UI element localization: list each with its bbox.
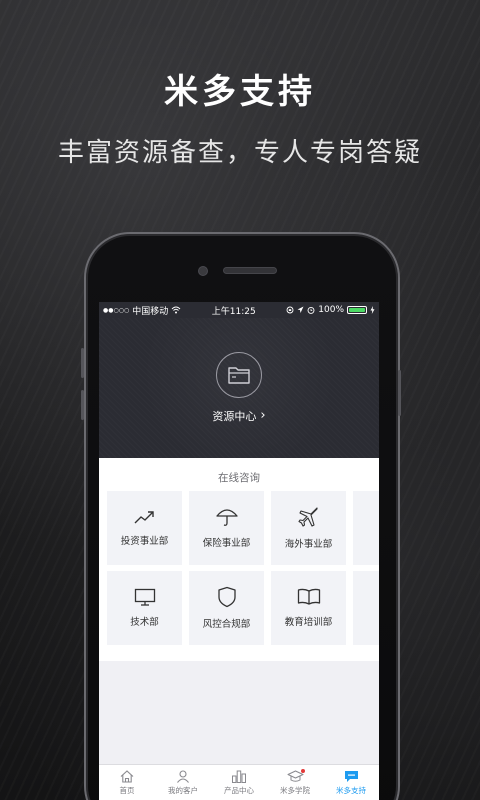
tile-label: 保险事业部 (202, 538, 251, 549)
tile-label: 投资事业部 (120, 536, 169, 547)
notification-dot (301, 769, 305, 773)
tab-label: 我的客户 (168, 785, 198, 795)
chevron-right-icon: › (260, 408, 266, 423)
resource-center-label: 资源中心 (212, 410, 257, 423)
shield-icon (217, 586, 236, 608)
tab-home[interactable]: 首页 (99, 765, 155, 800)
phone-screen: ●●○○○ 中国移动 上午11:25 100% 资源中心 › 在线咨询 投资事业… (99, 302, 379, 800)
airplane-icon (297, 507, 318, 527)
tab-label: 产品中心 (224, 785, 254, 795)
charging-icon (370, 306, 375, 314)
location-icon (297, 306, 304, 313)
resource-center-link[interactable]: 资源中心 › (212, 408, 265, 424)
rotation-lock-icon (286, 306, 294, 314)
promo-title: 米多支持 (164, 72, 316, 112)
phone-camera (198, 266, 208, 276)
trend-up-icon (134, 511, 154, 524)
promo-subtitle: 丰富资源备查，专人专岗答疑 (57, 138, 422, 168)
resource-center-button[interactable] (216, 352, 262, 398)
consult-grid: 投资事业部 保险事业部 海外事业部 技术部 风控合规部 教育培训部 (99, 491, 379, 661)
tile-risk-compliance[interactable]: 风控合规部 (189, 571, 264, 645)
home-icon (120, 769, 134, 783)
user-icon (177, 769, 189, 783)
tab-label: 米多学院 (280, 785, 310, 795)
tab-products[interactable]: 产品中心 (211, 765, 267, 800)
tile-tech[interactable]: 技术部 (107, 571, 182, 645)
tile-label: 教育培训部 (284, 617, 333, 628)
signal-strength: ●●○○○ (103, 306, 130, 314)
tile-partial[interactable] (353, 571, 379, 645)
tab-support[interactable]: 米多支持 (323, 765, 379, 800)
battery-level (349, 308, 365, 312)
phone-side-button (81, 390, 84, 420)
tile-partial[interactable] (353, 491, 379, 565)
phone-side-button (81, 348, 84, 378)
status-bar: ●●○○○ 中国移动 上午11:25 100% (99, 302, 379, 318)
status-time: 上午11:25 (211, 306, 256, 317)
alarm-icon (307, 306, 315, 314)
bar-chart-icon (232, 770, 246, 783)
tile-training[interactable]: 教育培训部 (271, 571, 346, 645)
phone-side-button (398, 370, 401, 416)
battery-icon (347, 306, 367, 314)
tab-customers[interactable]: 我的客户 (155, 765, 211, 800)
tab-label: 首页 (119, 785, 135, 795)
wifi-icon (171, 306, 181, 314)
carrier-name: 中国移动 (132, 306, 169, 317)
umbrella-icon (215, 509, 238, 526)
tile-label: 技术部 (130, 617, 159, 628)
tab-label: 米多支持 (336, 785, 366, 795)
folder-icon (228, 367, 250, 384)
tile-label: 海外事业部 (284, 539, 333, 550)
monitor-icon (134, 588, 155, 606)
tile-insurance[interactable]: 保险事业部 (189, 491, 264, 565)
section-title: 在线咨询 (218, 472, 260, 484)
tile-investment[interactable]: 投资事业部 (107, 491, 182, 565)
chat-icon (344, 770, 358, 782)
battery-percent: 100% (318, 305, 344, 315)
book-icon (297, 588, 320, 605)
phone-speaker (223, 267, 277, 274)
tab-academy[interactable]: 米多学院 (267, 765, 323, 800)
tab-bar: 首页 我的客户 产品中心 米多学院 米多支持 (99, 764, 379, 800)
tile-overseas[interactable]: 海外事业部 (271, 491, 346, 565)
resource-header: 资源中心 › (99, 318, 379, 458)
tile-label: 风控合规部 (202, 619, 251, 630)
